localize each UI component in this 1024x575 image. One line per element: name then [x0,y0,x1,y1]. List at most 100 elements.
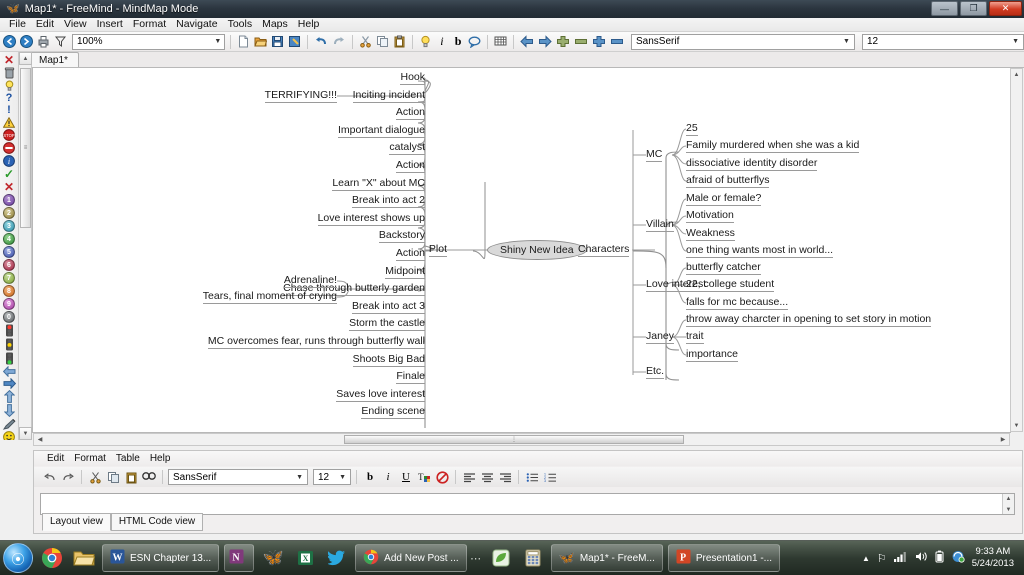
arrow-left-icon[interactable] [2,366,17,377]
mindmap-node-left-10[interactable]: Action [395,248,425,261]
menu-help[interactable]: Help [293,18,325,31]
open-icon[interactable] [253,34,268,50]
mindmap-node-left-18[interactable]: Saves love interest [336,389,425,402]
battery-icon[interactable] [935,550,944,566]
number-list-icon[interactable]: 123 [542,469,558,485]
mindmap-node-right-2-2[interactable]: falls for mc because... [686,297,789,310]
mindmap-node-left-1-0[interactable]: TERRIFYING!!! [264,90,337,103]
menu-file[interactable]: File [4,18,31,31]
arrow-right-icon[interactable] [2,378,17,389]
menu-tools[interactable]: Tools [223,18,258,31]
print-icon[interactable] [36,34,51,50]
note-menu-edit[interactable]: Edit [42,452,69,466]
mindmap-node-left-17[interactable]: Finale [396,371,425,384]
copy-icon[interactable] [105,469,121,485]
minus-node-icon[interactable] [573,34,589,50]
mindmap-node-left-5[interactable]: Action [395,160,425,173]
underline-icon[interactable]: U [398,469,414,485]
mindmap-root-node[interactable]: Shiny New Idea [487,240,587,260]
number-5-icon[interactable]: 5 [2,246,17,258]
stop-icon[interactable]: STOP [2,129,17,141]
taskbar-item-chrome-post[interactable]: Add New Post ... [355,544,467,572]
new-icon[interactable] [236,34,251,50]
bullet-list-icon[interactable] [524,469,540,485]
mindmap-node-right-3-0[interactable]: throw away charcter in opening to set st… [686,314,932,327]
clear-format-icon[interactable] [434,469,450,485]
scroll-left-button[interactable]: ◀ [34,434,46,445]
cloud-icon[interactable] [467,34,482,50]
arrow-right-icon[interactable] [537,34,553,50]
icon-rail-scrollbar[interactable]: ▲ ≡ ▼ [19,52,32,440]
menu-edit[interactable]: Edit [31,18,59,31]
cross-icon[interactable]: ✕ [2,181,17,193]
maximize-button[interactable]: ❐ [960,1,987,16]
mindmap-group-1[interactable]: Villain [646,219,674,232]
mindmap-node-right-2-0[interactable]: butterfly catcher [686,262,761,275]
redo-icon[interactable] [60,469,76,485]
twitter-icon[interactable] [324,544,350,572]
grid-icon[interactable] [493,34,508,50]
trash-icon[interactable] [2,67,17,79]
exclamation-icon[interactable]: ! [2,105,17,116]
idea-icon[interactable] [2,80,17,92]
flag-icon[interactable]: ⚐ [877,552,887,565]
tab-html-code-view[interactable]: HTML Code view [110,513,204,531]
cut-icon[interactable] [87,469,103,485]
mindmap-node-left-4[interactable]: catalyst [389,142,425,155]
mindmap-node-right-3-1[interactable]: trait [686,331,704,344]
menu-view[interactable]: View [59,18,92,31]
number-6-icon[interactable]: 6 [2,259,17,271]
number-1-icon[interactable]: 1 [2,194,17,206]
minus-icon[interactable] [609,34,625,50]
mindmap-node-right-0-2[interactable]: dissociative identity disorder [686,158,818,171]
butterfly-icon[interactable]: 🦋 [260,544,286,572]
mindmap-node-left-7[interactable]: Break into act 2 [352,195,425,208]
scroll-thumb[interactable]: ≡ [20,68,31,228]
ellipsis-icon[interactable]: ⋯ [470,544,482,572]
mindmap-node-left-2[interactable]: Action [395,107,425,120]
redo-icon[interactable] [331,34,347,50]
network-icon[interactable] [893,551,908,565]
note-field-scrollbar[interactable]: ▲ ▼ [1002,494,1014,514]
scroll-down-button[interactable]: ▼ [19,427,32,440]
bold-icon[interactable]: b [362,469,378,485]
menu-maps[interactable]: Maps [257,18,293,31]
mindmap-node-left-0[interactable]: Hook [400,72,425,85]
note-menu-format[interactable]: Format [69,452,111,466]
number-2-icon[interactable]: 2 [2,207,17,219]
undo-icon[interactable] [313,34,329,50]
mindmap-node-left-12-1[interactable]: Tears, final moment of crying [202,291,337,304]
mindmap-node-left-8[interactable]: Love interest shows up [317,213,425,226]
paste-icon[interactable] [123,469,139,485]
map-tab-map1[interactable]: Map1* [30,52,79,67]
leaf-icon[interactable] [488,544,514,572]
mindmap-group-3[interactable]: Janey [646,331,675,344]
mindmap-node-right-1-0[interactable]: Male or female? [686,193,762,206]
mindmap-node-left-9[interactable]: Backstory [378,230,425,243]
align-right-icon[interactable] [497,469,513,485]
number-9-icon[interactable]: 9 [2,298,17,310]
close-button[interactable]: ✕ [989,1,1022,16]
taskbar-clock[interactable]: 9:33 AM 5/24/2013 [972,546,1018,570]
traffic-yellow-icon[interactable] [2,338,17,351]
scroll-down-button[interactable]: ▼ [1003,505,1014,514]
mindmap-node-left-19[interactable]: Ending scene [361,406,425,419]
copy-icon[interactable] [375,34,390,50]
note-font-size-combo[interactable]: 12 ▼ [313,469,351,485]
mindmap-node-left-12-0[interactable]: Adrenaline! [283,275,337,288]
mindmap-branch-plot[interactable]: Plot [428,244,447,257]
traffic-green-icon[interactable] [2,352,17,365]
mindmap-group-0[interactable]: MC [646,149,663,162]
taskbar-item-powerpoint[interactable]: P Presentation1 -... [667,544,781,572]
number-0-icon[interactable]: 0 [2,311,17,323]
mindmap-node-right-2-1[interactable]: 22, college student [686,279,775,292]
font-size-combo[interactable]: 12 ▼ [861,33,1024,50]
explorer-icon[interactable] [71,544,97,572]
arrow-up-icon[interactable] [2,390,17,403]
bold-icon[interactable]: b [451,34,465,50]
italic-icon[interactable]: i [435,34,449,50]
menu-insert[interactable]: Insert [92,18,128,31]
scroll-down-button[interactable]: ▼ [1011,420,1022,431]
forbidden-icon[interactable] [2,142,17,154]
mindmap-node-left-3[interactable]: Important dialogue [338,125,425,138]
